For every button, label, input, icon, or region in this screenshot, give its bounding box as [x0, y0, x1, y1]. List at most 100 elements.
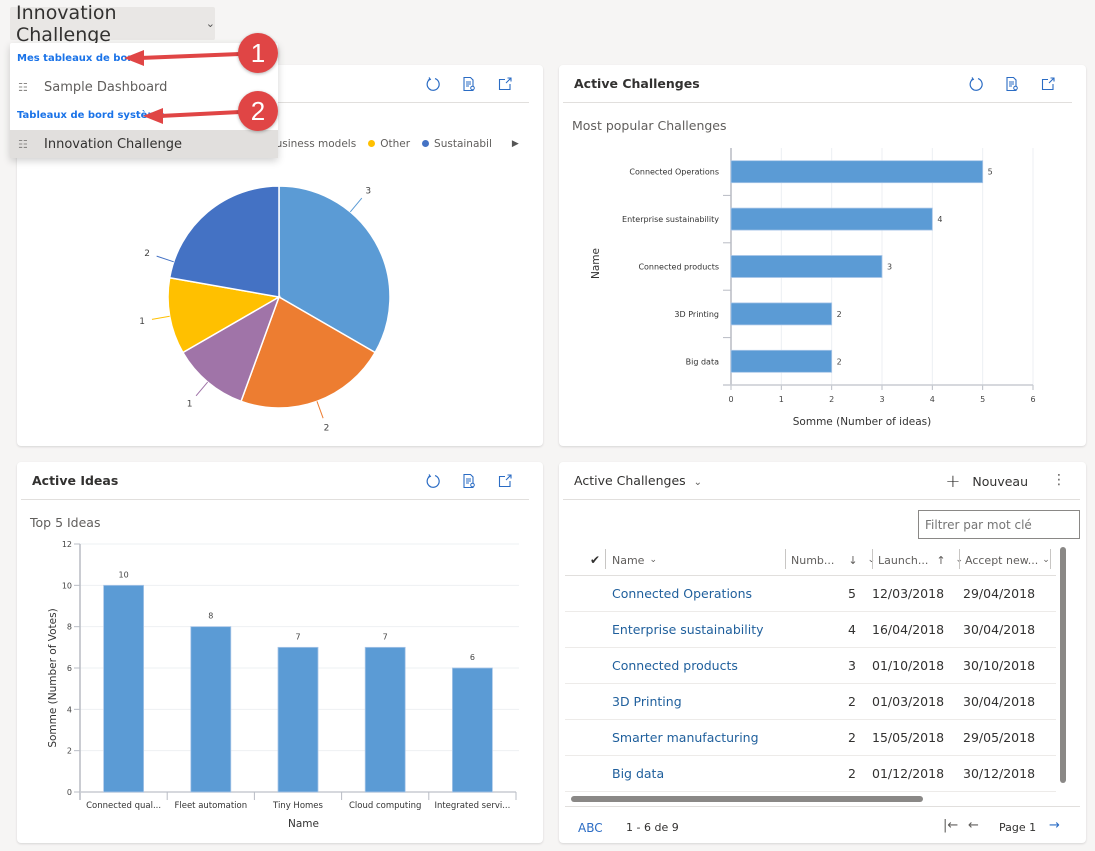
- x-axis-title: Somme (Number of ideas): [793, 416, 931, 428]
- x-axis-title: Name: [288, 818, 319, 830]
- bar: [364, 646, 406, 793]
- cell-number: 3: [848, 658, 856, 673]
- x-tick-label: Fleet automation: [174, 801, 247, 811]
- menu-group-system-dashboards: Tableaux de bord système: [17, 110, 165, 121]
- plus-icon: +: [945, 471, 961, 492]
- x-tick-label: 6: [1030, 395, 1035, 404]
- more-options-button[interactable]: ⋮: [1052, 472, 1066, 488]
- bar-data-label: 2: [837, 310, 842, 319]
- cell-name[interactable]: 3D Printing: [612, 694, 682, 709]
- bar: [103, 584, 144, 793]
- column-header-name[interactable]: Name ⌄: [612, 552, 657, 568]
- x-tick-label: 3: [879, 395, 884, 404]
- filter-input[interactable]: [918, 510, 1080, 539]
- bar-data-label: 7: [383, 632, 388, 641]
- y-tick-label: 8: [67, 623, 72, 632]
- bar-data-label: 7: [295, 632, 300, 641]
- y-axis-title: Name: [590, 248, 602, 279]
- grid-view-selector[interactable]: Active Challenges ⌄: [574, 473, 702, 488]
- x-tick-label: 5: [980, 395, 985, 404]
- x-tick-label: 1: [779, 395, 784, 404]
- cell-accept-date: 30/10/2018: [963, 658, 1036, 673]
- select-all-checkbox[interactable]: ✔: [590, 552, 600, 568]
- next-page-button[interactable]: →: [1049, 818, 1060, 833]
- pie-data-label: 2: [144, 249, 150, 259]
- table-row[interactable]: Smarter manufacturing 2 15/05/2018 29/05/20…: [565, 720, 1056, 756]
- pie-leader-line: [195, 381, 209, 397]
- menu-item-innovation-challenge[interactable]: ☷ Innovation Challenge: [10, 130, 278, 158]
- bar: [730, 207, 933, 231]
- cell-launch-date: 15/05/2018: [872, 730, 945, 745]
- pie-data-label: 1: [139, 317, 145, 327]
- challenges-chart-card: Active Challenges Most popular Challenge…: [559, 65, 1086, 446]
- cell-accept-date: 30/04/2018: [963, 694, 1036, 709]
- column-header-launch[interactable]: Launch...↑⌄: [878, 552, 963, 568]
- dashboard-selector[interactable]: Innovation Challenge ⌄: [10, 2, 215, 46]
- horizontal-bar-chart: 0 1 2 3 4 5 6 5 Connected Operations 4 Enterprise …: [590, 148, 1036, 428]
- cell-launch-date: 01/12/2018: [872, 766, 945, 781]
- chevron-down-icon: ⌄: [205, 17, 215, 30]
- bar-data-label: 3: [887, 263, 892, 272]
- chevron-down-icon: ⌄: [1042, 555, 1050, 565]
- cell-name[interactable]: Connected products: [612, 658, 738, 673]
- bar: [730, 160, 984, 184]
- menu-item-sample-dashboard[interactable]: ☷ Sample Dashboard: [10, 73, 278, 101]
- new-button[interactable]: + Nouveau: [945, 471, 1028, 492]
- cell-name[interactable]: Big data: [612, 766, 664, 781]
- pie-data-label: 1: [187, 399, 193, 409]
- x-tick-label: 4: [930, 395, 935, 404]
- x-tick-label: Tiny Homes: [272, 801, 324, 811]
- x-tick-label: 0: [728, 395, 733, 404]
- horizontal-scrollbar[interactable]: [571, 796, 923, 802]
- y-tick-label: 12: [62, 540, 72, 549]
- y-tick-label: Connected Operations: [629, 168, 719, 177]
- cell-launch-date: 12/03/2018: [872, 586, 945, 601]
- annotation-marker-1: 1: [238, 33, 278, 73]
- column-header-accept[interactable]: Accept new... ⌄: [965, 552, 1050, 568]
- arrow-right-icon: →: [1049, 818, 1060, 833]
- table-row[interactable]: Connected Operations 5 12/03/2018 29/04/201…: [565, 576, 1056, 612]
- dashboard-dropdown-menu: Mes tableaux de bord ☷ Sample Dashboard …: [10, 43, 278, 158]
- y-tick-label: Enterprise sustainability: [622, 215, 719, 224]
- bar-data-label: 5: [988, 168, 993, 177]
- sort-ascending-icon: ↑: [936, 553, 946, 567]
- bar-data-label: 4: [937, 215, 942, 224]
- vertical-scrollbar[interactable]: [1060, 547, 1066, 783]
- cell-name[interactable]: Connected Operations: [612, 586, 752, 601]
- cell-accept-date: 29/04/2018: [963, 586, 1036, 601]
- y-tick-label: 10: [62, 581, 72, 590]
- first-page-button[interactable]: |←: [943, 818, 958, 833]
- cell-number: 2: [848, 730, 856, 745]
- table-row[interactable]: Enterprise sustainability 4 16/04/2018 30/0…: [565, 612, 1056, 648]
- cell-number: 5: [848, 586, 856, 601]
- x-tick-label: Integrated servi...: [434, 801, 510, 811]
- table-row[interactable]: Connected products 3 01/10/2018 30/10/2018: [565, 648, 1056, 684]
- bar-data-label: 6: [470, 653, 475, 662]
- dashboard-icon: ☷: [18, 137, 28, 151]
- y-tick-label: Connected products: [638, 263, 719, 272]
- y-axis-title: Somme (Number of Votes): [47, 608, 59, 747]
- cell-launch-date: 01/10/2018: [872, 658, 945, 673]
- y-tick-label: 2: [67, 747, 72, 756]
- annotation-marker-2: 2: [238, 91, 278, 131]
- abc-filter-button[interactable]: ABC: [578, 821, 603, 835]
- record-count: 1 - 6 de 9: [626, 821, 679, 834]
- table-row[interactable]: 3D Printing 2 01/03/2018 30/04/2018: [565, 684, 1056, 720]
- previous-page-button[interactable]: ←: [968, 818, 979, 833]
- grid-header: ✔ Name⌄ Numb...↓⌄ Launch...↑⌄ Accept new…: [565, 544, 1056, 576]
- bar: [190, 626, 232, 793]
- chevron-down-icon: ⌄: [649, 555, 657, 565]
- bar-data-label: 10: [119, 570, 129, 579]
- arrow-left-icon: ←: [968, 818, 979, 833]
- pie-leader-line: [349, 197, 363, 213]
- column-header-number[interactable]: Numb...↓⌄: [791, 552, 875, 568]
- bar-data-label: 8: [208, 612, 213, 621]
- cell-name[interactable]: Enterprise sustainability: [612, 622, 764, 637]
- y-tick-label: 4: [67, 705, 72, 714]
- cell-name[interactable]: Smarter manufacturing: [612, 730, 759, 745]
- dashboard-title: Innovation Challenge: [16, 1, 117, 46]
- table-row[interactable]: Big data 2 01/12/2018 30/12/2018: [565, 756, 1056, 792]
- x-tick-label: 2: [829, 395, 834, 404]
- cell-number: 2: [848, 766, 856, 781]
- cell-launch-date: 01/03/2018: [872, 694, 945, 709]
